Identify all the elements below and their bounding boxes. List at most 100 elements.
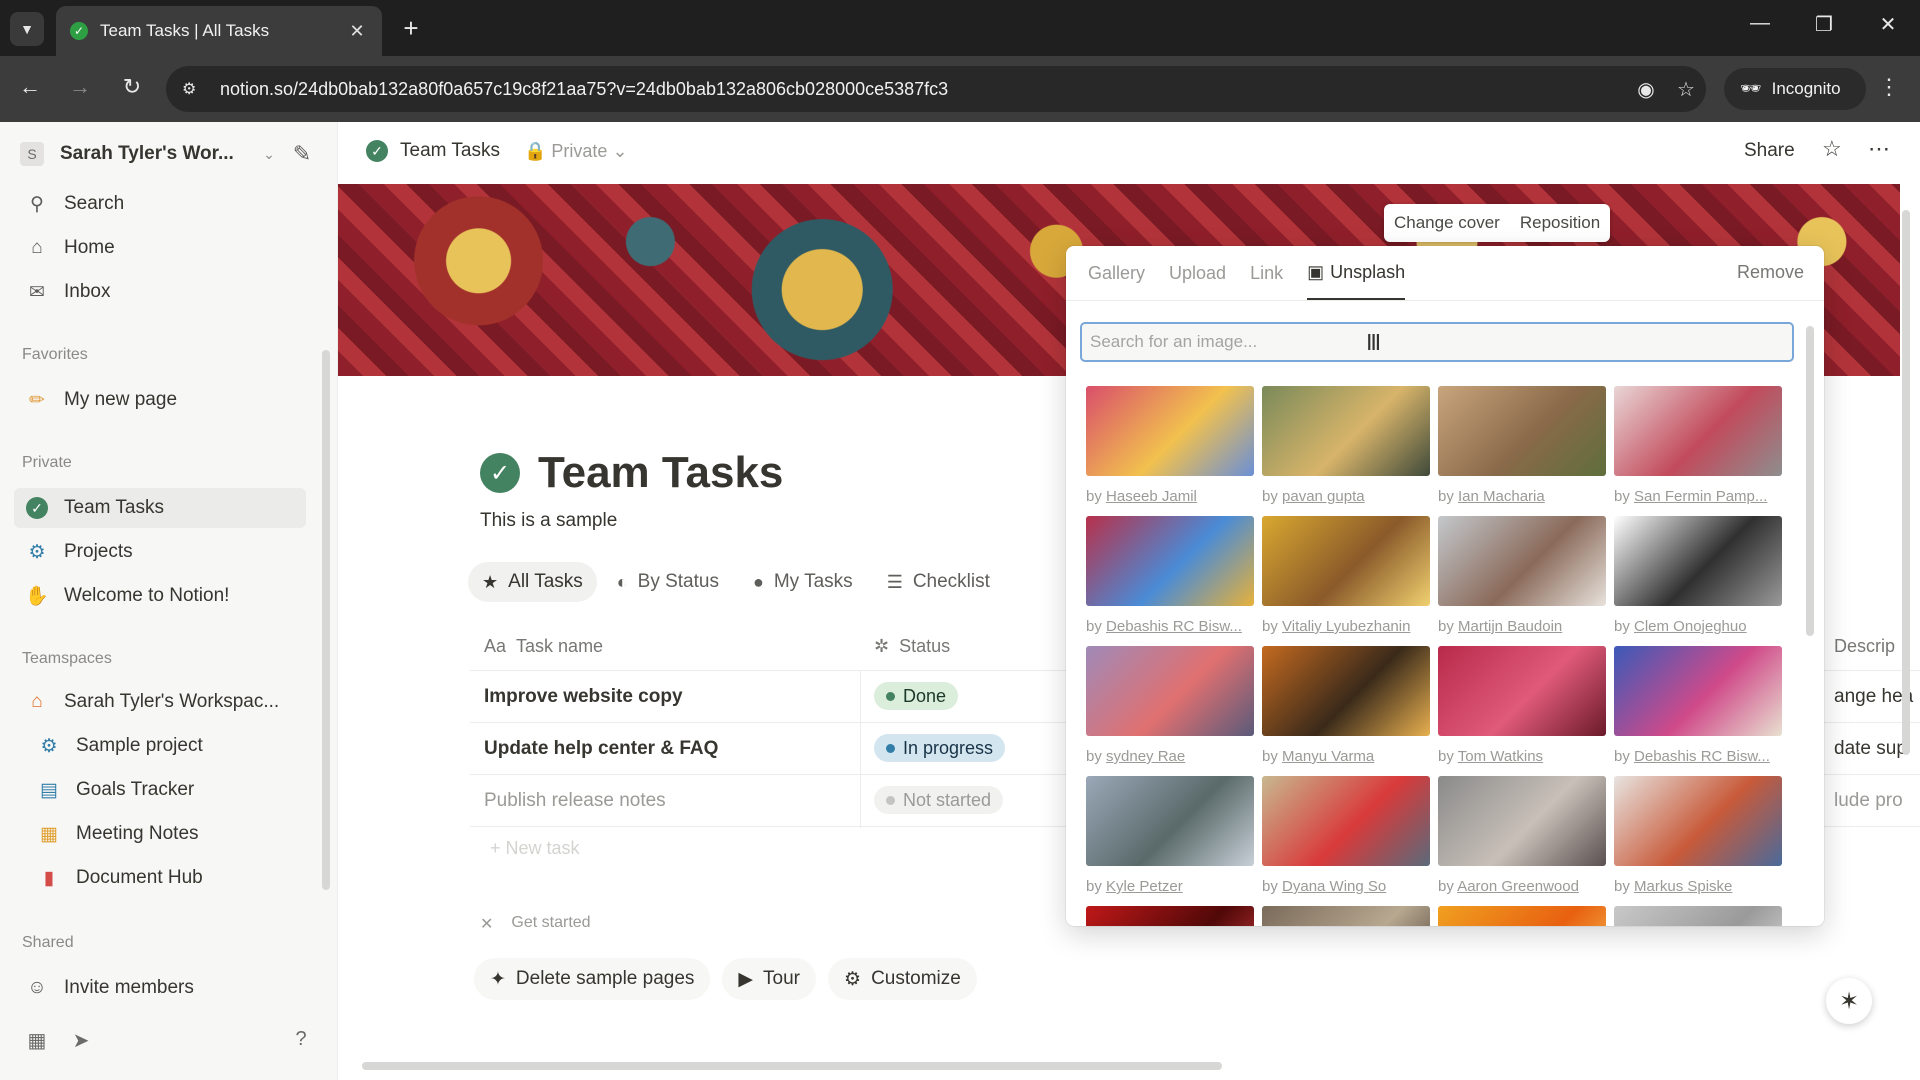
favorite-star-icon[interactable]: ☆: [1822, 136, 1842, 162]
tab-close-icon[interactable]: ✕: [346, 21, 368, 42]
task-name-cell[interactable]: Update help center & FAQ: [484, 738, 718, 760]
calendar-icon[interactable]: ▦: [22, 1028, 52, 1053]
description-cell[interactable]: lude pro: [1834, 790, 1903, 812]
unsplash-photo[interactable]: by Clem Onojeghuo: [1614, 516, 1782, 635]
tab-gallery[interactable]: Gallery: [1088, 246, 1145, 300]
sidebar-item-home[interactable]: ⌂ Home: [14, 228, 306, 268]
photo-thumbnail[interactable]: [1438, 516, 1606, 606]
sidebar-item-my-new-page[interactable]: ✏ My new page: [14, 380, 306, 420]
unsplash-photo[interactable]: by Debashis RC Bisw...: [1614, 646, 1782, 765]
sidebar-item-meeting-notes[interactable]: ▦ Meeting Notes: [14, 814, 306, 854]
photo-thumbnail[interactable]: [1262, 906, 1430, 926]
unsplash-photo[interactable]: [1262, 906, 1430, 926]
photo-thumbnail[interactable]: [1438, 646, 1606, 736]
change-cover-button[interactable]: Change cover: [1384, 204, 1510, 242]
photo-thumbnail[interactable]: [1262, 516, 1430, 606]
photo-author-link[interactable]: Vitaliy Lyubezhanin: [1282, 618, 1410, 635]
tour-button[interactable]: ▶ Tour: [722, 958, 817, 1000]
remove-cover-button[interactable]: Remove: [1737, 262, 1804, 283]
address-bar[interactable]: ⚙ notion.so/24db0bab132a80f0a657c19c8f21…: [166, 66, 1706, 112]
tab-checklist[interactable]: ☰ Checklist: [873, 562, 1004, 602]
unsplash-photo[interactable]: by Debashis RC Bisw...: [1086, 516, 1254, 635]
shared-heading[interactable]: Shared: [22, 934, 74, 952]
photo-author-link[interactable]: Clem Onojeghuo: [1634, 618, 1747, 635]
sidebar-item-teamspace[interactable]: ⌂ Sarah Tyler's Workspac...: [14, 682, 306, 722]
tab-by-status[interactable]: ◐ By Status: [603, 562, 733, 602]
column-header-status[interactable]: ✲ Status: [874, 636, 950, 657]
unsplash-photo[interactable]: by San Fermin Pamp...: [1614, 386, 1782, 505]
unsplash-photo[interactable]: by Markus Spiske: [1614, 776, 1782, 895]
page-scrollbar[interactable]: [1902, 210, 1910, 755]
unsplash-photo[interactable]: by Aaron Greenwood: [1438, 776, 1606, 895]
page-description[interactable]: This is a sample: [480, 510, 617, 532]
photo-thumbnail[interactable]: [1086, 516, 1254, 606]
check-circle-icon[interactable]: ✓: [480, 453, 520, 493]
tab-link[interactable]: Link: [1250, 246, 1283, 300]
column-header-task-name[interactable]: Aa Task name: [484, 636, 603, 657]
photo-author-link[interactable]: Debashis RC Bisw...: [1634, 748, 1770, 765]
page-title[interactable]: Team Tasks: [538, 448, 783, 498]
tab-my-tasks[interactable]: ● My Tasks: [739, 562, 867, 602]
sidebar-item-document-hub[interactable]: ▮ Document Hub: [14, 858, 306, 898]
incognito-badge[interactable]: 🕶 Incognito: [1724, 68, 1866, 110]
customize-button[interactable]: ⚙ Customize: [828, 958, 977, 1000]
horizontal-scrollbar[interactable]: [362, 1062, 1222, 1070]
breadcrumb-page-name[interactable]: Team Tasks: [400, 140, 500, 162]
unsplash-photo[interactable]: by pavan gupta: [1262, 386, 1430, 505]
unsplash-photo[interactable]: by Dyana Wing So: [1262, 776, 1430, 895]
image-search-input[interactable]: [1080, 322, 1794, 362]
unsplash-photo[interactable]: by Haseeb Jamil: [1086, 386, 1254, 505]
new-tab-button[interactable]: +: [396, 14, 426, 42]
minimize-button[interactable]: —: [1738, 12, 1782, 35]
photo-author-link[interactable]: Aaron Greenwood: [1457, 878, 1579, 895]
share-button[interactable]: Share: [1744, 140, 1795, 162]
unsplash-photo[interactable]: by Tom Watkins: [1438, 646, 1606, 765]
new-task-row[interactable]: + New task: [490, 838, 580, 859]
photo-author-link[interactable]: Dyana Wing So: [1282, 878, 1386, 895]
photo-author-link[interactable]: sydney Rae: [1106, 748, 1185, 765]
teamspaces-heading[interactable]: Teamspaces: [22, 650, 112, 668]
notion-ai-icon[interactable]: ✶: [1826, 978, 1872, 1024]
chevron-down-icon[interactable]: ⌄: [254, 146, 284, 163]
photo-author-link[interactable]: Ian Macharia: [1458, 488, 1545, 505]
photo-thumbnail[interactable]: [1438, 906, 1606, 926]
photo-thumbnail[interactable]: [1086, 776, 1254, 866]
site-info-icon[interactable]: ⚙: [182, 79, 206, 99]
sidebar-item-goals-tracker[interactable]: ▤ Goals Tracker: [14, 770, 306, 810]
unsplash-photo[interactable]: [1438, 906, 1606, 926]
photo-thumbnail[interactable]: [1614, 906, 1782, 926]
send-icon[interactable]: ➤: [66, 1028, 96, 1053]
photo-author-link[interactable]: Kyle Petzer: [1106, 878, 1183, 895]
unsplash-photo[interactable]: [1614, 906, 1782, 926]
unsplash-photo[interactable]: [1086, 906, 1254, 926]
sidebar-item-search[interactable]: ⚲ Search: [14, 184, 306, 224]
reposition-button[interactable]: Reposition: [1510, 204, 1610, 242]
close-icon[interactable]: ✕: [480, 914, 493, 934]
sidebar-item-projects[interactable]: ⚙ Projects: [14, 532, 306, 572]
unsplash-photo[interactable]: by Vitaliy Lyubezhanin: [1262, 516, 1430, 635]
photo-author-link[interactable]: Debashis RC Bisw...: [1106, 618, 1242, 635]
photo-thumbnail[interactable]: [1614, 646, 1782, 736]
unsplash-photo[interactable]: by sydney Rae: [1086, 646, 1254, 765]
workspace-switcher[interactable]: S Sarah Tyler's Wor... ⌄ ✎: [20, 136, 320, 172]
browser-tab[interactable]: ✓ Team Tasks | All Tasks ✕: [56, 6, 382, 56]
sidebar-item-inbox[interactable]: ✉ Inbox: [14, 272, 306, 312]
status-badge[interactable]: Done: [874, 682, 959, 710]
sidebar-item-invite-members[interactable]: ☺ Invite members: [14, 968, 306, 1008]
reload-button[interactable]: ↻: [116, 74, 148, 100]
sidebar-item-sample-project[interactable]: ⚙ Sample project: [14, 726, 306, 766]
photo-thumbnail[interactable]: [1086, 906, 1254, 926]
unsplash-photo[interactable]: by Martijn Baudoin: [1438, 516, 1606, 635]
picker-scrollbar[interactable]: [1806, 326, 1814, 636]
back-button[interactable]: ←: [14, 74, 46, 100]
photo-thumbnail[interactable]: [1438, 386, 1606, 476]
restore-button[interactable]: ❐: [1802, 12, 1846, 37]
sidebar-scrollbar[interactable]: [322, 350, 330, 890]
status-badge[interactable]: Not started: [874, 786, 1004, 814]
new-page-icon[interactable]: ✎: [284, 141, 320, 167]
url-text[interactable]: notion.so/24db0bab132a80f0a657c19c8f21aa…: [220, 79, 1626, 100]
photo-thumbnail[interactable]: [1438, 776, 1606, 866]
help-icon[interactable]: ?: [286, 1028, 316, 1051]
photo-thumbnail[interactable]: [1262, 776, 1430, 866]
tab-unsplash[interactable]: ▣ Unsplash: [1307, 246, 1406, 300]
